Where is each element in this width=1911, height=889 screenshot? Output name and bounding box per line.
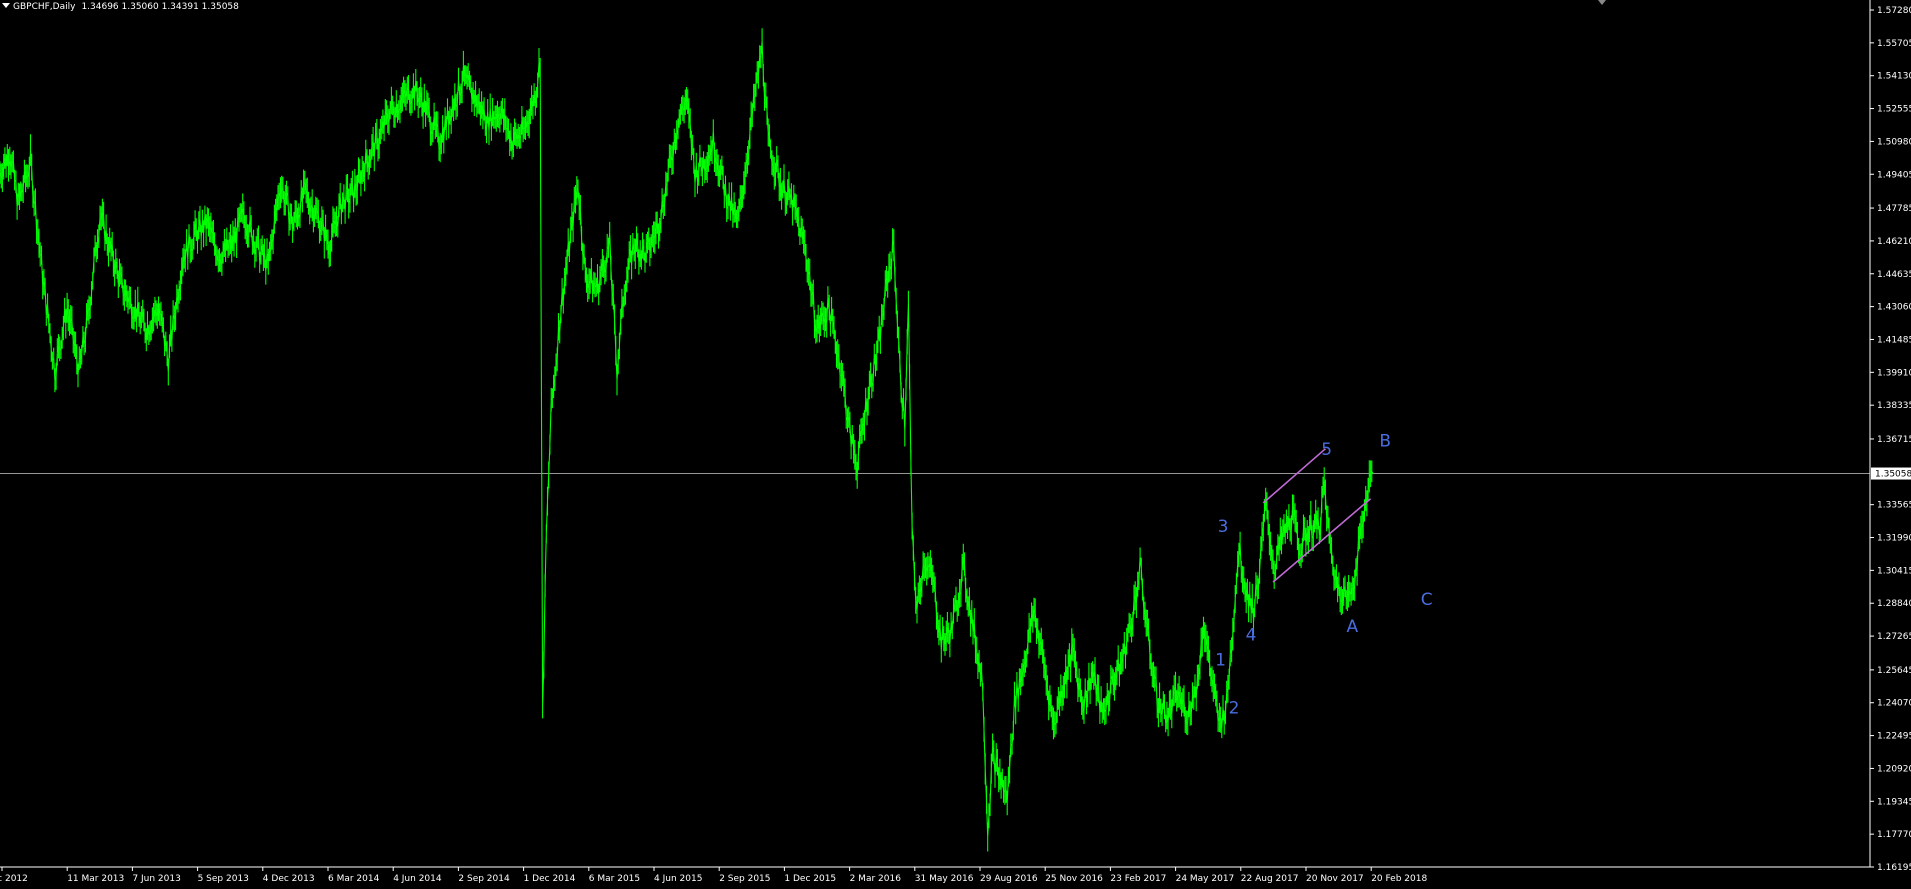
price-chart: 12345ABC 1.572801.557051.541301.525551.5…: [0, 0, 1911, 884]
y-tick-label: 1.31990: [1877, 534, 1911, 544]
wave-label-A: A: [1346, 617, 1358, 637]
y-tick-label: 1.16195: [1877, 863, 1911, 873]
current-price-label: 1.35058: [1875, 470, 1911, 480]
x-tick-label: 25 Nov 2016: [1045, 874, 1103, 884]
x-tick-label: 7 Jun 2013: [132, 874, 180, 884]
x-tick-label: 4 Dec 2013: [263, 874, 315, 884]
x-tick-label: 1 Dec 2014: [524, 874, 576, 884]
x-tick-label: 29 Aug 2016: [980, 874, 1038, 884]
channel-upper-line: [1262, 448, 1326, 504]
wave-label-3: 3: [1218, 517, 1229, 537]
y-tick-label: 1.50980: [1877, 137, 1911, 147]
wave-label-C: C: [1421, 590, 1433, 610]
x-tick-label: 2 Sep 2014: [458, 874, 510, 884]
y-tick-label: 1.24070: [1877, 699, 1911, 709]
y-tick-label: 1.57280: [1877, 6, 1911, 16]
y-tick-label: 1.17770: [1877, 830, 1911, 840]
y-tick-label: 1.46210: [1877, 237, 1911, 247]
y-tick-label: 1.55705: [1877, 39, 1911, 49]
x-tick-label: 24 May 2017: [1176, 874, 1235, 884]
price-series-layer: [0, 28, 1374, 852]
chart-header: GBPCHF,Daily 1.34696 1.35060 1.34391 1.35…: [2, 2, 239, 12]
y-tick-label: 1.30415: [1877, 566, 1911, 576]
y-tick-label: 1.38335: [1877, 401, 1911, 411]
x-tick-label: 2 Sep 2015: [719, 874, 770, 884]
x-tick-label: 2 Mar 2016: [850, 874, 902, 884]
x-tick-label: 5 Sep 2013: [198, 874, 249, 884]
wave-label-1: 1: [1215, 651, 1226, 671]
y-tick-label: 1.41485: [1877, 335, 1911, 345]
y-tick-label: 1.49405: [1877, 170, 1911, 180]
y-tick-label: 1.27265: [1877, 632, 1911, 642]
y-tick-label: 1.22495: [1877, 732, 1911, 742]
y-tick-label: 1.36715: [1877, 435, 1911, 445]
wave-label-5: 5: [1321, 440, 1332, 460]
x-tick-label: 7 Dec 2012: [0, 874, 28, 884]
price-series-line: [0, 28, 1374, 852]
x-tick-label: 23 Feb 2017: [1110, 874, 1166, 884]
y-tick-label: 1.28840: [1877, 599, 1911, 609]
x-tick-label: 4 Jun 2015: [654, 874, 702, 884]
ohlc-values: 1.34696 1.35060 1.34391 1.35058: [81, 2, 239, 12]
x-tick-label: 6 Mar 2015: [589, 874, 640, 884]
symbol-label: GBPCHF,Daily: [13, 2, 76, 12]
y-tick-label: 1.52555: [1877, 105, 1911, 115]
chart-shift-icon: [1598, 0, 1606, 5]
wave-label-2: 2: [1229, 699, 1240, 719]
y-tick-label: 1.19345: [1877, 797, 1911, 807]
y-tick-label: 1.54130: [1877, 72, 1911, 82]
x-tick-label: 4 Jun 2014: [393, 874, 442, 884]
wave-label-B: B: [1379, 432, 1391, 452]
x-tick-label: 6 Mar 2014: [328, 874, 380, 884]
y-tick-label: 1.44635: [1877, 270, 1911, 280]
x-tick-label: 11 Mar 2013: [67, 874, 124, 884]
y-tick-label: 1.43060: [1877, 303, 1911, 313]
x-tick-label: 22 Aug 2017: [1241, 874, 1299, 884]
y-tick-label: 1.25645: [1877, 666, 1911, 676]
axis-layer: 1.57280 1.55705 1.54130 1.52555 1.50980 1.494…: [0, 0, 1911, 884]
wave-label-4: 4: [1246, 626, 1257, 646]
y-tick-label: 1.47785: [1877, 204, 1911, 214]
x-tick-label: 1 Dec 2015: [784, 874, 836, 884]
y-tick-label: 1.33565: [1877, 501, 1911, 511]
y-tick-label: 1.39910: [1877, 368, 1911, 378]
dropdown-triangle-icon[interactable]: [2, 3, 10, 8]
x-tick-label: 20 Feb 2018: [1371, 874, 1427, 884]
y-tick-label: 1.20920: [1877, 764, 1911, 774]
x-tick-label: 31 May 2016: [915, 874, 974, 884]
x-tick-label: 20 Nov 2017: [1306, 874, 1364, 884]
